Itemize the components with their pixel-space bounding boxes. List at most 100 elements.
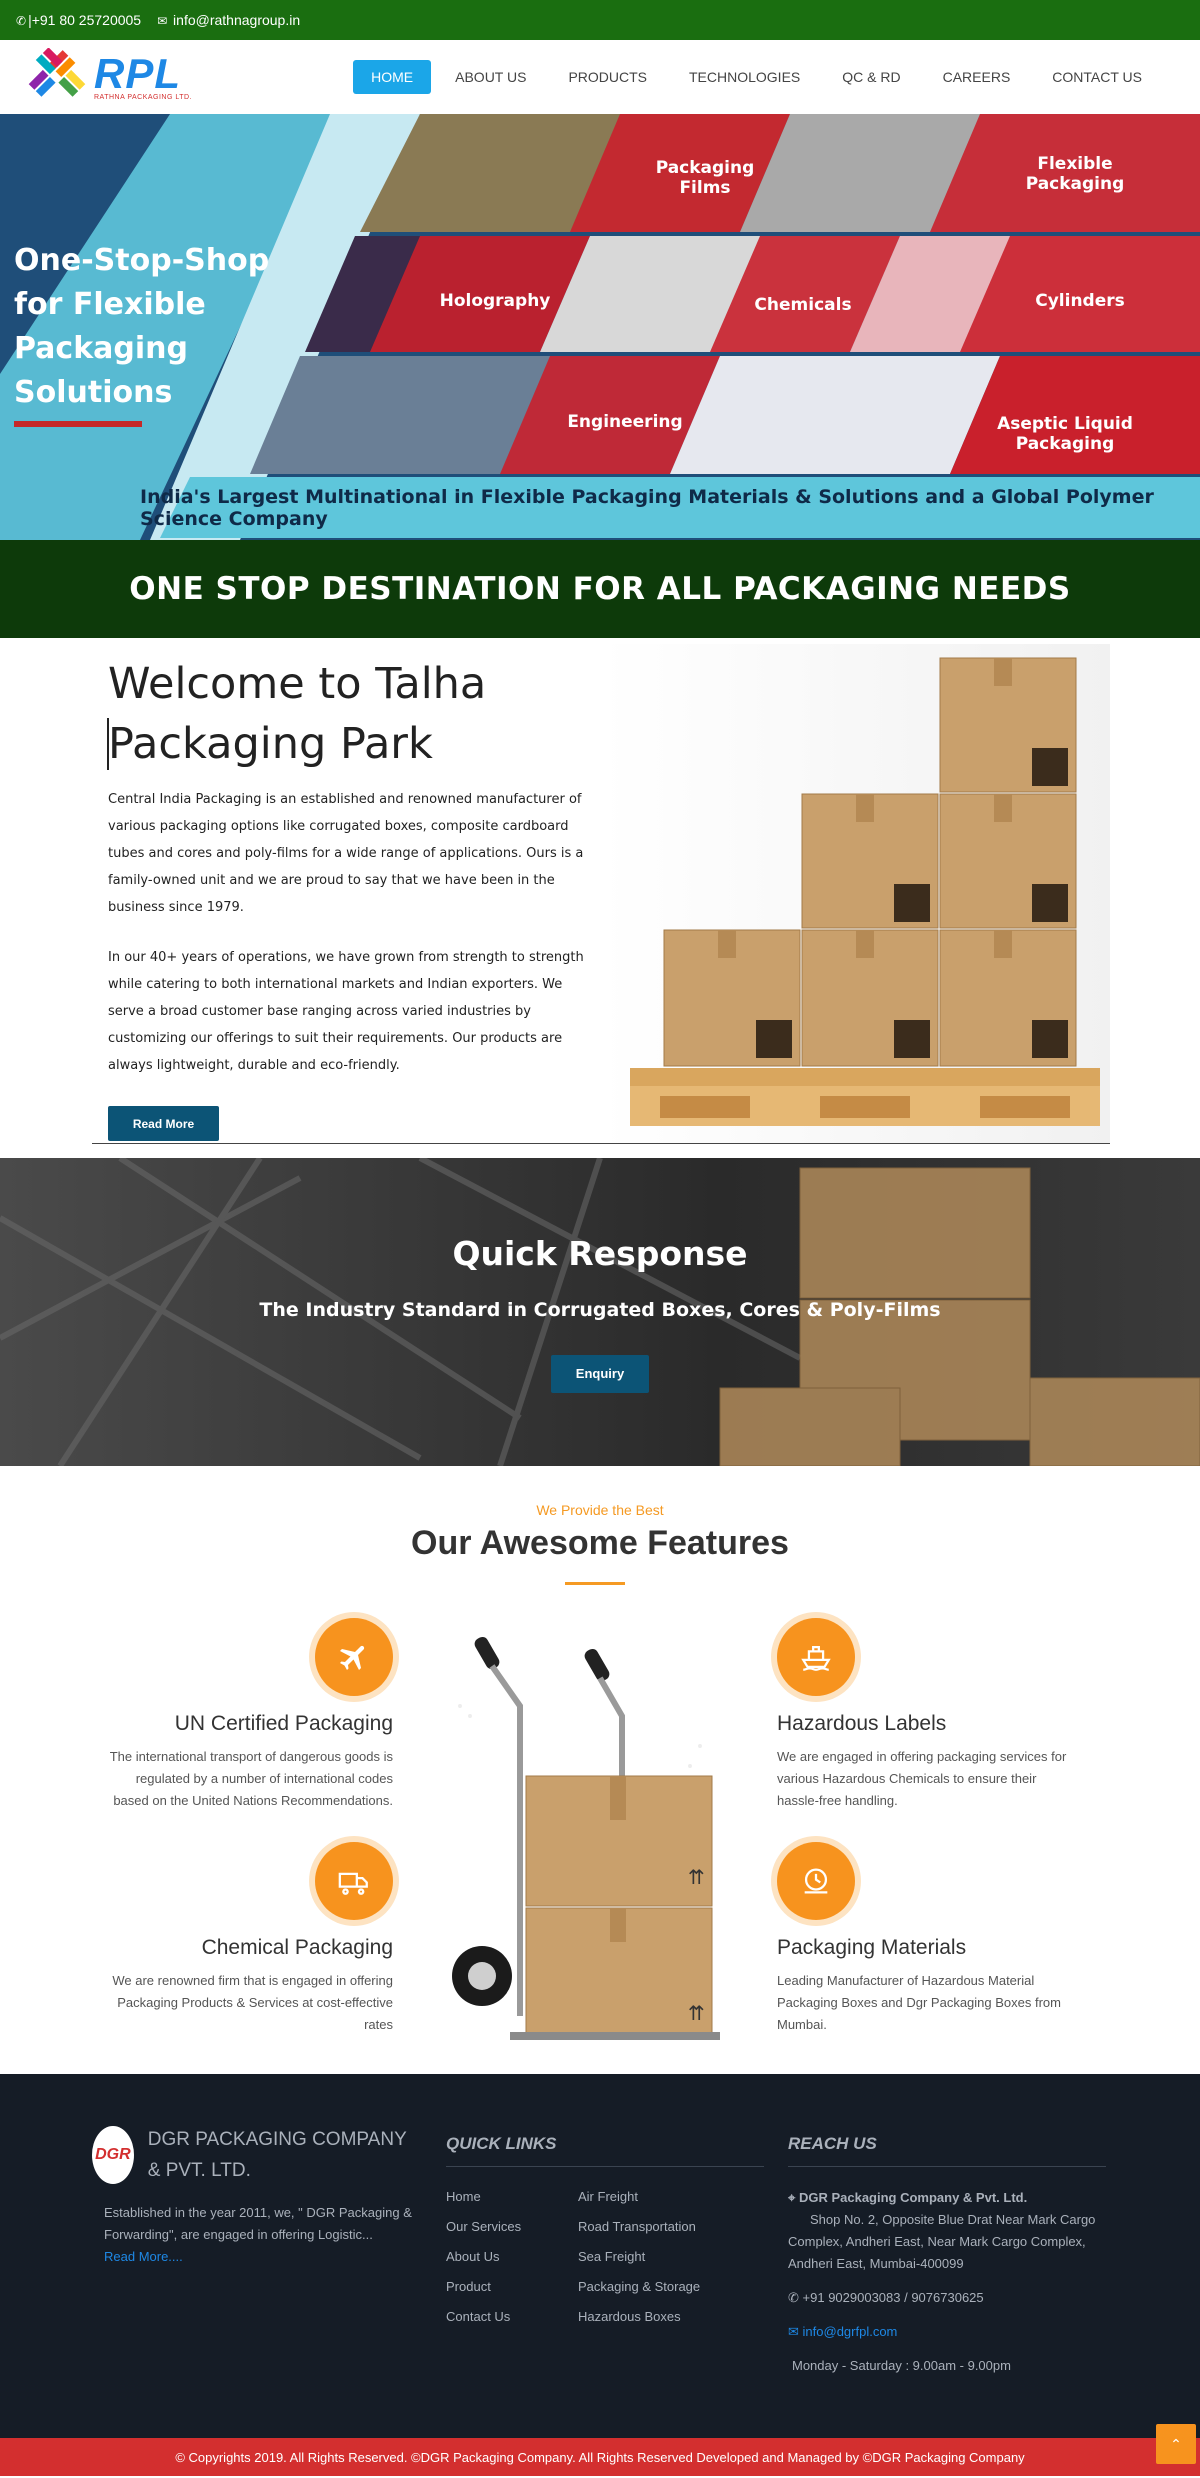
enquiry-button[interactable]: Enquiry (551, 1355, 649, 1393)
footer-company-name: DGR PACKAGING COMPANY & PVT. LTD. (147, 2129, 407, 2181)
footer-reach-us: REACH US ⌖ DGR Packaging Company & Pvt. … (788, 2134, 1106, 2377)
site-logo[interactable]: RPL RATHNA PACKAGING LTD. (28, 48, 192, 106)
headline-underline (14, 421, 142, 427)
phone-icon: ✆ (16, 14, 27, 28)
feature-packaging-materials: Packaging Materials Leading Manufacturer… (777, 1842, 1067, 2036)
tile-packaging-films[interactable]: Packaging Films (640, 158, 770, 198)
quick-links-list: Home Air Freight Our Services Road Trans… (446, 2189, 764, 2324)
feature-text: We are renowned firm that is engaged in … (112, 1973, 393, 2032)
scroll-to-top-button[interactable]: ⌃ (1156, 2424, 1196, 2464)
one-stop-banner: ONE STOP DESTINATION FOR ALL PACKAGING N… (0, 540, 1200, 638)
topbar-email[interactable]: ✉ info@rathnagroup.in (157, 12, 300, 28)
feature-un-certified: UN Certified Packaging The international… (103, 1618, 393, 1812)
nav-careers[interactable]: CAREERS (925, 60, 1029, 94)
hero-slider[interactable]: One-Stop-Shop for Flexible Packaging Sol… (0, 114, 1200, 540)
map-marker-icon: ⌖ (788, 2190, 796, 2205)
ship-icon (777, 1618, 855, 1696)
phone-icon: ✆ (788, 2290, 799, 2305)
tile-flexible-packaging[interactable]: Flexible Packaging (1010, 154, 1140, 194)
read-more-button[interactable]: Read More (108, 1106, 219, 1141)
feature-text: The international transport of dangerous… (109, 1749, 393, 1808)
nav-contact-us[interactable]: CONTACT US (1034, 60, 1160, 94)
tile-cylinders[interactable]: Cylinders (1015, 291, 1145, 311)
feature-title: UN Certified Packaging (174, 1712, 393, 1735)
footer-link-road-transportation[interactable]: Road Transportation (578, 2219, 728, 2234)
quick-response-section: Quick Response The Industry Standard in … (0, 1158, 1200, 1466)
welcome-section: Welcome to Talha Packaging Park Central … (0, 638, 1200, 1158)
features-section: We Provide the Best Our Awesome Features… (0, 1466, 1200, 2074)
footer-brand-column: DGR DGR PACKAGING COMPANY & PVT. LTD. Es… (92, 2126, 412, 2268)
quick-links-heading: QUICK LINKS (446, 2134, 764, 2167)
truck-icon (315, 1842, 393, 1920)
chevron-up-icon: ⌃ (1170, 2435, 1182, 2452)
footer-read-more-link[interactable]: Read More.... (104, 2249, 183, 2264)
footer-brand[interactable]: DGR DGR PACKAGING COMPANY & PVT. LTD. (92, 2126, 412, 2186)
features-separator (565, 1582, 625, 1585)
quick-response-content: Quick Response The Industry Standard in … (0, 1158, 1200, 1393)
logo-text: RPL (94, 49, 181, 97)
reach-company: ⌖ DGR Packaging Company & Pvt. Ltd. (788, 2190, 1028, 2205)
envelope-icon: ✉ (157, 14, 168, 28)
footer-about: Established in the year 2011, we, " DGR … (104, 2202, 412, 2268)
reach-us-details: ⌖ DGR Packaging Company & Pvt. Ltd. Shop… (788, 2187, 1106, 2377)
tile-aseptic-liquid-packaging[interactable]: Aseptic Liquid Packaging (990, 414, 1140, 454)
nav-technologies[interactable]: TECHNOLOGIES (671, 60, 818, 94)
svg-text:⇈: ⇈ (688, 2001, 705, 2025)
footer-link-our-services[interactable]: Our Services (446, 2219, 578, 2234)
footer-link-air-freight[interactable]: Air Freight (578, 2189, 728, 2204)
airplane-icon (315, 1618, 393, 1696)
typing-caret (107, 718, 109, 770)
feature-text: We are engaged in offering packaging ser… (777, 1749, 1067, 1808)
svg-text:⇈: ⇈ (688, 1865, 705, 1889)
topbar-phone[interactable]: ✆ |+91 80 25720005 (16, 12, 141, 28)
feature-hazardous-labels: Hazardous Labels We are engaged in offer… (777, 1618, 1067, 1812)
reach-us-heading: REACH US (788, 2134, 1106, 2167)
features-title: Our Awesome Features (411, 1524, 789, 1562)
footer-link-product[interactable]: Product (446, 2279, 578, 2294)
top-bar: ✆ |+91 80 25720005 ✉ info@rathnagroup.in (0, 0, 1200, 40)
welcome-title: Welcome to Talha Packaging Park (108, 659, 487, 769)
hero-headline: One-Stop-Shop for Flexible Packaging Sol… (14, 239, 314, 427)
footer-about-text: Established in the year 2011, we, " DGR … (104, 2205, 412, 2242)
footer-link-sea-freight[interactable]: Sea Freight (578, 2249, 728, 2264)
site-header: RPL RATHNA PACKAGING LTD. HOME ABOUT US … (0, 40, 1200, 114)
tile-holography[interactable]: Holography (430, 291, 560, 311)
stacked-boxes-image (630, 657, 1100, 1126)
feature-chemical-packaging: Chemical Packaging We are renowned firm … (103, 1842, 393, 2036)
feature-title: Packaging Materials (777, 1936, 967, 1959)
hero-tagline: India's Largest Multinational in Flexibl… (140, 486, 1154, 530)
nav-qc-rd[interactable]: QC & RD (824, 60, 918, 94)
clock-truck-icon (777, 1842, 855, 1920)
footer-link-contact-us[interactable]: Contact Us (446, 2309, 578, 2324)
tile-engineering[interactable]: Engineering (560, 412, 690, 432)
nav-products[interactable]: PRODUCTS (550, 60, 665, 94)
footer-quick-links: QUICK LINKS Home Air Freight Our Service… (446, 2134, 764, 2324)
reach-email[interactable]: ✉ info@dgrfpl.com (788, 2321, 1106, 2343)
footer-link-about-us[interactable]: About Us (446, 2249, 578, 2264)
quick-response-title: Quick Response (452, 1234, 748, 1273)
main-nav: HOME ABOUT US PRODUCTS TECHNOLOGIES QC &… (353, 60, 1160, 94)
copyright-bar: © Copyrights 2019. All Rights Reserved. … (0, 2424, 1200, 2476)
site-footer: DGR DGR PACKAGING COMPANY & PVT. LTD. Es… (0, 2074, 1200, 2438)
welcome-paragraph-2: In our 40+ years of operations, we have … (108, 950, 584, 1073)
nav-about-us[interactable]: ABOUT US (437, 60, 544, 94)
footer-link-packaging-storage[interactable]: Packaging & Storage (578, 2279, 728, 2294)
feature-title: Hazardous Labels (777, 1712, 947, 1735)
reach-phone[interactable]: ✆ +91 9029003083 / 9076730625 (788, 2287, 1106, 2309)
tile-chemicals[interactable]: Chemicals (738, 295, 868, 315)
feature-title: Chemical Packaging (201, 1936, 393, 1959)
footer-link-home[interactable]: Home (446, 2189, 578, 2204)
reach-hours: Monday - Saturday : 9.00am - 9.00pm (792, 2358, 1011, 2373)
logo-mark-icon (28, 48, 86, 97)
welcome-paragraph-1: Central India Packaging is an establishe… (108, 792, 584, 915)
envelope-icon: ✉ (788, 2324, 799, 2339)
footer-logo: DGR (92, 2126, 134, 2184)
copyright-text: © Copyrights 2019. All Rights Reserved. … (175, 2449, 1025, 2465)
hand-truck-image: ⇈ ⇈ (452, 1636, 720, 2040)
quick-response-subtitle: The Industry Standard in Corrugated Boxe… (259, 1299, 941, 1321)
logo-subtext: RATHNA PACKAGING LTD. (94, 93, 193, 101)
footer-link-hazardous-boxes[interactable]: Hazardous Boxes (578, 2309, 728, 2324)
features-eyebrow: We Provide the Best (536, 1502, 664, 1518)
feature-text: Leading Manufacturer of Hazardous Materi… (777, 1973, 1061, 2032)
nav-home[interactable]: HOME (353, 60, 432, 94)
